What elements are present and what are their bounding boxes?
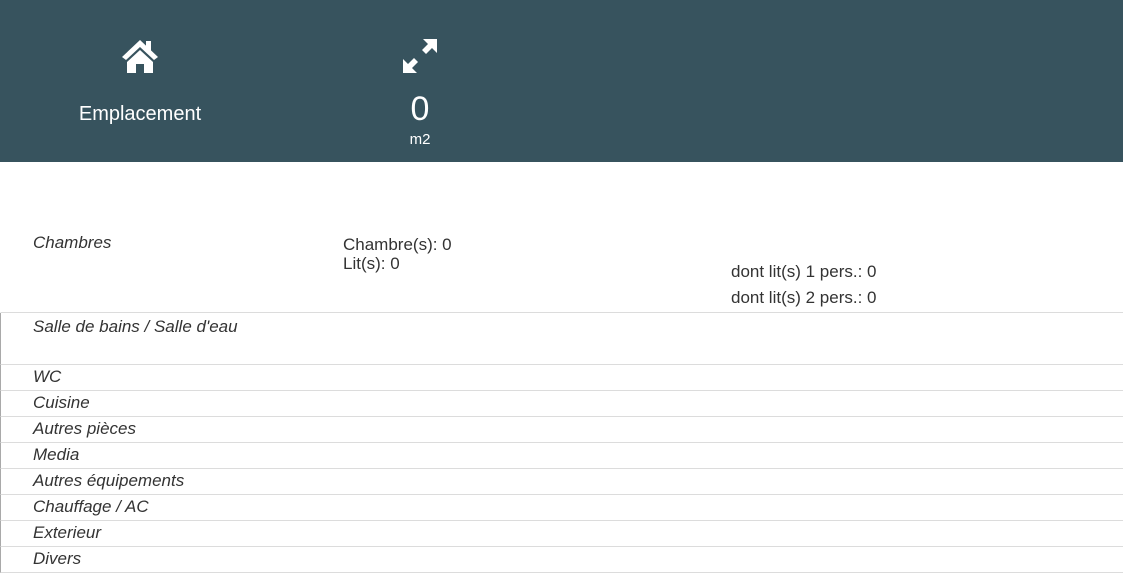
room-row-chauffage: Chauffage / AC [0,495,1123,521]
room-label-chambres: Chambres [33,233,112,252]
location-stat: Emplacement [40,0,240,126]
room-row-chambres: Chambres Chambre(s): 0 Lit(s): 0 dont li… [0,162,1123,313]
room-label: Salle de bains / Salle d'eau [33,317,238,336]
lits-count: Lit(s): 0 [343,254,400,273]
room-label: Autres pièces [33,419,136,438]
room-label: Media [33,445,80,464]
double-beds-count: dont lit(s) 2 pers.: 0 [731,288,877,307]
room-row-autres-equipements: Autres équipements [0,469,1123,495]
room-row-cuisine: Cuisine [0,391,1123,417]
area-stat: 0 m2 [340,0,500,149]
chambres-count: Chambre(s): 0 [343,235,452,254]
room-row-salle-de-bains: Salle de bains / Salle d'eau [0,313,1123,365]
room-row-exterieur: Exterieur [0,521,1123,547]
expand-icon [400,36,440,76]
room-row-media: Media [0,443,1123,469]
area-value: 0 [410,90,430,128]
single-beds-count: dont lit(s) 1 pers.: 0 [731,262,877,281]
summary-header: Emplacement 0 m2 [0,0,1123,162]
room-row-autres-pieces: Autres pièces [0,417,1123,443]
room-label: Autres équipements [33,471,185,490]
location-label: Emplacement [78,103,202,125]
home-icon [120,36,160,76]
room-label: Cuisine [33,393,90,412]
room-row-wc: WC [0,365,1123,391]
room-label: Divers [33,549,82,568]
rooms-table: Chambres Chambre(s): 0 Lit(s): 0 dont li… [0,162,1123,573]
room-label: Chauffage / AC [33,497,149,516]
room-label: WC [33,367,62,386]
area-unit: m2 [409,131,431,148]
room-label: Exterieur [33,523,102,542]
room-row-divers: Divers [0,547,1123,573]
